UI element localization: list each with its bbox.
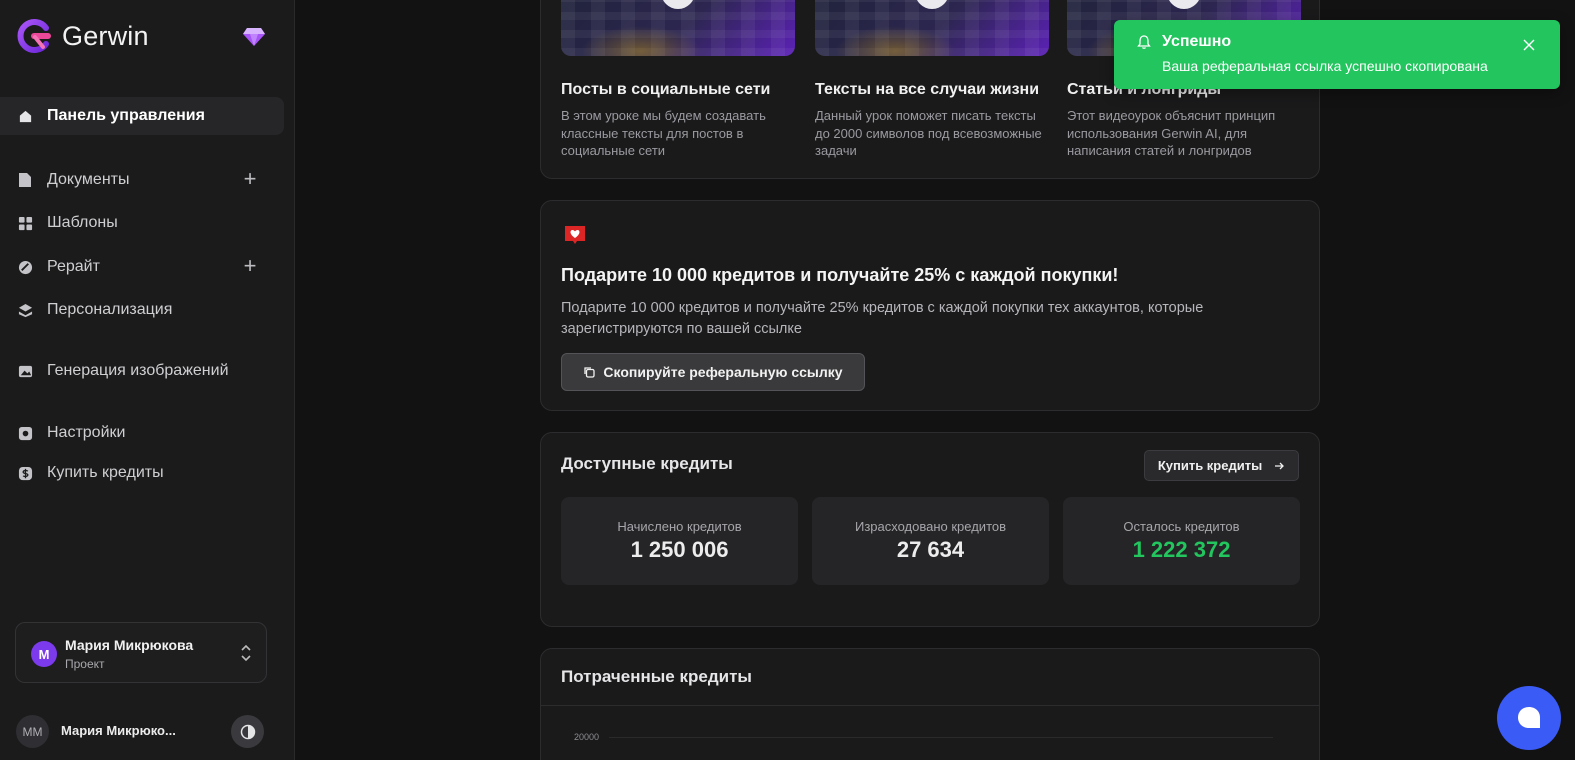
chat-button[interactable]: [1497, 686, 1561, 750]
logo-text: Gerwin: [62, 20, 149, 51]
sidebar: Gerwin Панель управления Документы + Шаб…: [0, 0, 295, 760]
settings-icon: [17, 425, 33, 441]
add-rewrite-icon[interactable]: +: [240, 255, 260, 277]
credits-icon: [17, 465, 33, 481]
stat-credited: Начислено кредитов 1 250 006: [561, 497, 798, 585]
toast-title: Успешно: [1162, 33, 1232, 50]
home-icon: [17, 108, 33, 124]
success-toast: Успешно Ваша реферальная ссылка успешно …: [1114, 20, 1560, 89]
lesson-description: Этот видеоурок объяснит принцип использо…: [1067, 108, 1276, 158]
diamond-icon[interactable]: [242, 27, 266, 47]
divider: [541, 705, 1319, 706]
sidebar-item-label: Документы: [47, 171, 130, 188]
contrast-icon: [240, 724, 255, 739]
lesson-title[interactable]: Посты в социальные сети: [561, 81, 770, 99]
user-avatar: MM: [16, 715, 49, 748]
credits-card: Доступные кредиты Купить кредиты Начисле…: [540, 432, 1320, 627]
lesson-description: В этом уроке мы будем создавать классные…: [561, 108, 766, 158]
lesson-description: Данный урок поможет писать тексты до 200…: [815, 108, 1042, 158]
sidebar-item-documents[interactable]: Документы +: [0, 161, 284, 199]
stat-value: 27 634: [896, 537, 965, 562]
stat-label: Израсходовано кредитов: [854, 519, 1007, 534]
buy-credits-label: Купить кредиты: [1157, 458, 1263, 473]
stat-label: Осталось кредитов: [1123, 519, 1240, 534]
sidebar-item-label: Рерайт: [47, 258, 100, 275]
copy-referral-link-label: Скопируйте реферальную ссылку: [603, 364, 843, 380]
referral-title: Подарите 10 000 кредитов и получайте 25%…: [561, 265, 1119, 285]
sidebar-item-label: Настройки: [47, 424, 126, 441]
lesson-title[interactable]: Тексты на все случаи жизни: [815, 81, 1039, 99]
copy-icon: [584, 367, 596, 378]
referral-card: Подарите 10 000 кредитов и получайте 25%…: [540, 200, 1320, 411]
toast-message: Ваша реферальная ссылка успешно скопиров…: [1162, 58, 1488, 74]
credits-title: Доступные кредиты: [561, 454, 733, 473]
referral-description: Подарите 10 000 кредитов и получайте 25%…: [561, 300, 1204, 337]
sidebar-item-dashboard[interactable]: Панель управления: [0, 97, 284, 135]
add-document-icon[interactable]: +: [240, 168, 260, 190]
stat-remaining: Осталось кредитов 1 222 372: [1063, 497, 1300, 585]
spent-credits-card: Потраченные кредиты 20000: [540, 648, 1320, 760]
sidebar-item-templates[interactable]: Шаблоны: [0, 204, 284, 242]
sidebar-item-rewrite[interactable]: Рерайт +: [0, 248, 284, 286]
logo[interactable]: Gerwin: [16, 18, 149, 54]
user-row[interactable]: MM Мария Микрюко...: [16, 713, 268, 748]
bell-icon: [1137, 35, 1151, 49]
personalization-icon: [17, 302, 33, 318]
sidebar-item-label: Купить кредиты: [47, 464, 164, 481]
sidebar-item-label: Генерация изображений: [47, 362, 229, 379]
sidebar-item-label: Персонализация: [47, 301, 173, 318]
copy-referral-link-button[interactable]: Скопируйте реферальную ссылку: [561, 353, 865, 391]
user-name: Мария Микрюко...: [61, 723, 176, 738]
arrow-right-icon: [1275, 462, 1285, 469]
sidebar-item-label: Шаблоны: [47, 214, 118, 231]
project-label: Проект: [65, 657, 105, 671]
document-icon: [17, 172, 33, 188]
theme-toggle-button[interactable]: [231, 715, 264, 748]
close-icon[interactable]: [1522, 38, 1536, 52]
chat-icon: [1518, 707, 1540, 728]
image-icon: [17, 363, 33, 379]
sidebar-item-settings[interactable]: Настройки: [0, 414, 284, 452]
project-switcher[interactable]: M Мария Микрюкова Проект: [15, 622, 267, 683]
stat-value: 1 222 372: [1132, 537, 1231, 562]
gerwin-logo-icon: [17, 19, 51, 53]
gift-heart-icon: [565, 226, 585, 244]
lesson-video-thumbnail[interactable]: [561, 0, 795, 56]
templates-icon: [17, 215, 33, 231]
sidebar-item-image-generation[interactable]: Генерация изображений: [0, 352, 284, 390]
y-tick-label: 20000: [574, 732, 600, 742]
stat-label: Начислено кредитов: [617, 519, 742, 534]
chart-gridline: [609, 737, 1273, 738]
stat-value: 1 250 006: [630, 537, 729, 562]
spent-credits-title: Потраченные кредиты: [561, 667, 752, 686]
chevron-up-down-icon: [241, 644, 251, 662]
lesson-video-thumbnail[interactable]: [815, 0, 1049, 56]
sidebar-item-personalization[interactable]: Персонализация: [0, 291, 284, 329]
sidebar-item-label: Панель управления: [47, 107, 205, 124]
rewrite-icon: [17, 259, 33, 275]
stat-spent: Израсходовано кредитов 27 634: [812, 497, 1049, 585]
buy-credits-button[interactable]: Купить кредиты: [1144, 450, 1299, 481]
project-owner-name: Мария Микрюкова: [65, 637, 194, 653]
project-avatar: M: [31, 641, 57, 667]
sidebar-item-buy-credits[interactable]: Купить кредиты: [0, 454, 284, 492]
